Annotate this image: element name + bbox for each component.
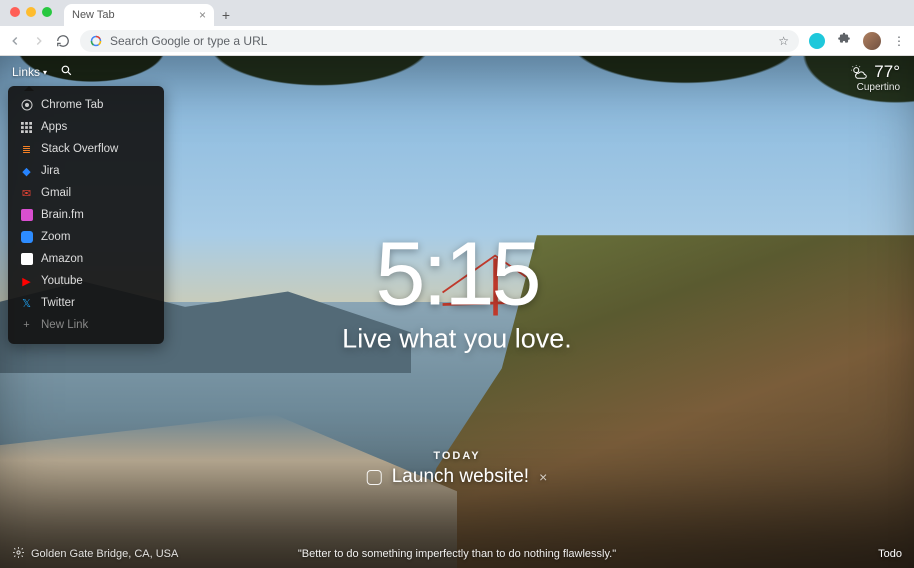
links-menu-item-label: Amazon xyxy=(41,253,83,265)
focus-checkbox[interactable] xyxy=(367,470,382,485)
focus-label: TODAY xyxy=(367,450,548,462)
tab-title: New Tab xyxy=(72,9,115,21)
maximize-window-button[interactable] xyxy=(42,7,52,17)
links-dropdown: Chrome Tab Apps ≣ Stack Overflow ◆ Jira ✉ Gmail… xyxy=(8,86,164,344)
settings-gear-icon[interactable] xyxy=(12,546,25,562)
links-menu-new-link[interactable]: + New Link xyxy=(8,314,164,336)
jira-icon: ◆ xyxy=(20,165,33,178)
links-menu-item[interactable]: Zoom xyxy=(8,226,164,248)
back-button[interactable] xyxy=(8,34,22,48)
browser-tab-strip: New Tab × + xyxy=(0,0,914,26)
todo-toggle[interactable]: Todo xyxy=(878,548,902,560)
focus-dismiss-icon[interactable]: × xyxy=(539,469,547,485)
links-menu-item-label: Stack Overflow xyxy=(41,143,118,155)
extension-icon[interactable] xyxy=(809,33,825,49)
links-menu-item[interactable]: Chrome Tab xyxy=(8,94,164,116)
bookmark-star-icon[interactable]: ☆ xyxy=(778,34,789,48)
browser-toolbar: Search Google or type a URL ☆ ⋮ xyxy=(0,26,914,56)
links-menu-item-label: Jira xyxy=(41,165,60,177)
weather-temperature: 77° xyxy=(874,62,900,82)
links-menu-item[interactable]: ✉ Gmail xyxy=(8,182,164,204)
close-tab-icon[interactable]: × xyxy=(199,8,206,22)
clock-time: 5:15 xyxy=(342,229,572,319)
new-tab-page: Links ▾ Chrome Tab Apps ≣ Stack Overflow ◆ Ji… xyxy=(0,56,914,568)
links-menu-item-label: Zoom xyxy=(41,231,70,243)
mantra-text: Live what you love. xyxy=(342,323,572,354)
links-menu-item[interactable]: Apps xyxy=(8,116,164,138)
gmail-icon: ✉ xyxy=(20,187,33,200)
amazon-icon xyxy=(20,253,33,266)
links-menu-item-label: Twitter xyxy=(41,297,75,309)
search-icon[interactable] xyxy=(60,64,73,80)
links-menu-item-label: Brain.fm xyxy=(41,209,84,221)
browser-tab[interactable]: New Tab × xyxy=(64,4,214,26)
window-controls xyxy=(6,0,58,26)
stackoverflow-icon: ≣ xyxy=(20,143,33,156)
weather-partly-cloudy-icon xyxy=(850,64,870,80)
minimize-window-button[interactable] xyxy=(26,7,36,17)
toolbar-right: ⋮ xyxy=(809,31,906,50)
chrome-icon xyxy=(20,99,33,112)
bottom-bar: Golden Gate Bridge, CA, USA "Better to d… xyxy=(12,546,902,562)
brainfm-icon xyxy=(20,209,33,222)
chrome-menu-icon[interactable]: ⋮ xyxy=(893,34,906,48)
close-window-button[interactable] xyxy=(10,7,20,17)
plus-icon: + xyxy=(20,319,33,332)
youtube-icon: ▶ xyxy=(20,275,33,288)
new-tab-button[interactable]: + xyxy=(214,4,238,26)
center-widget: 5:15 Live what you love. xyxy=(342,229,572,354)
links-menu-item[interactable]: 𝕏 Twitter xyxy=(8,292,164,314)
links-menu-item[interactable]: ▶ Youtube xyxy=(8,270,164,292)
links-menu-item-label: Chrome Tab xyxy=(41,99,103,111)
focus-widget: TODAY Launch website! × xyxy=(367,450,548,488)
links-menu-item[interactable]: Amazon xyxy=(8,248,164,270)
address-bar[interactable]: Search Google or type a URL ☆ xyxy=(80,30,799,52)
profile-avatar[interactable] xyxy=(863,32,881,50)
quote-text[interactable]: "Better to do something imperfectly than… xyxy=(298,548,616,560)
extensions-puzzle-icon[interactable] xyxy=(837,31,851,50)
reload-button[interactable] xyxy=(56,34,70,48)
links-menu-item-label: Apps xyxy=(41,121,67,133)
links-menu-item[interactable]: ≣ Stack Overflow xyxy=(8,138,164,160)
links-menu-item-label: New Link xyxy=(41,319,88,331)
address-bar-placeholder: Search Google or type a URL xyxy=(110,34,267,48)
links-menu-item[interactable]: Brain.fm xyxy=(8,204,164,226)
top-left-bar: Links ▾ xyxy=(12,64,73,80)
links-menu-item[interactable]: ◆ Jira xyxy=(8,160,164,182)
zoom-icon xyxy=(20,231,33,244)
google-icon xyxy=(90,35,102,47)
forward-button[interactable] xyxy=(32,34,46,48)
links-menu-item-label: Gmail xyxy=(41,187,71,199)
apps-grid-icon xyxy=(20,121,33,134)
focus-task-text: Launch website! xyxy=(392,466,529,488)
photo-credit[interactable]: Golden Gate Bridge, CA, USA xyxy=(31,548,178,560)
twitter-icon: 𝕏 xyxy=(20,297,33,310)
links-menu-item-label: Youtube xyxy=(41,275,83,287)
links-label: Links xyxy=(12,65,40,79)
weather-location: Cupertino xyxy=(850,82,900,93)
chevron-down-icon: ▾ xyxy=(43,68,47,77)
weather-widget[interactable]: 77° Cupertino xyxy=(850,62,900,93)
links-dropdown-trigger[interactable]: Links ▾ xyxy=(12,65,50,79)
